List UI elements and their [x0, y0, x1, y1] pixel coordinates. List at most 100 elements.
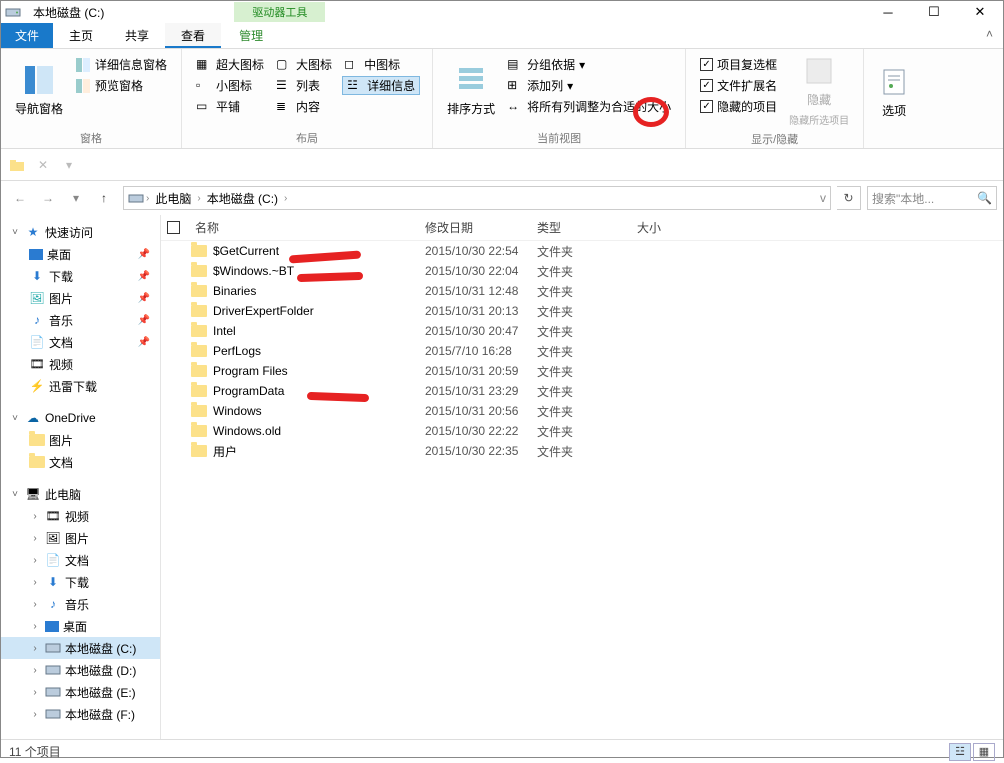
- table-row[interactable]: Windows 2015/10/31 20:56 文件夹: [161, 401, 1003, 421]
- file-date: 2015/10/31 20:13: [425, 304, 537, 318]
- newfolder-icon[interactable]: [5, 153, 29, 177]
- sidebar-onedrive[interactable]: ˅☁OneDrive: [1, 407, 160, 429]
- table-row[interactable]: 用户 2015/10/30 22:35 文件夹: [161, 441, 1003, 461]
- folder-icon: [191, 245, 207, 257]
- ribbon-collapse-button[interactable]: ˄: [976, 23, 1003, 48]
- col-type[interactable]: 类型: [537, 219, 637, 236]
- file-type: 文件夹: [537, 263, 637, 280]
- table-row[interactable]: $GetCurrent 2015/10/30 22:54 文件夹: [161, 241, 1003, 261]
- layout-s-icons[interactable]: ▫小图标: [194, 76, 266, 95]
- tab-file[interactable]: 文件: [1, 23, 53, 48]
- forward-button[interactable]: →: [35, 186, 61, 210]
- table-row[interactable]: DriverExpertFolder 2015/10/31 20:13 文件夹: [161, 301, 1003, 321]
- contextual-tab-label: 驱动器工具: [234, 2, 325, 22]
- tab-manage[interactable]: 管理: [221, 23, 281, 48]
- table-row[interactable]: ProgramData 2015/10/31 23:29 文件夹: [161, 381, 1003, 401]
- layout-list[interactable]: ☰列表: [274, 76, 334, 95]
- maximize-button[interactable]: ☐: [911, 1, 957, 23]
- sidebar-drive-d[interactable]: ›本地磁盘 (D:): [1, 659, 160, 681]
- sidebar-pc-pictures[interactable]: ›🖼图片: [1, 527, 160, 549]
- table-row[interactable]: Windows.old 2015/10/30 22:22 文件夹: [161, 421, 1003, 441]
- file-date: 2015/10/30 22:35: [425, 444, 537, 458]
- layout-details[interactable]: ☳详细信息: [342, 76, 420, 95]
- layout-tiles[interactable]: ▭平铺: [194, 97, 266, 116]
- groupby-button[interactable]: ▤分组依据 ▾: [505, 55, 673, 74]
- table-row[interactable]: Program Files 2015/10/31 20:59 文件夹: [161, 361, 1003, 381]
- preview-pane-button[interactable]: 预览窗格: [73, 76, 169, 95]
- table-row[interactable]: $Windows.~BT 2015/10/30 22:04 文件夹: [161, 261, 1003, 281]
- sidebar-music[interactable]: ♪音乐📌: [1, 309, 160, 331]
- table-row[interactable]: Binaries 2015/10/31 12:48 文件夹: [161, 281, 1003, 301]
- breadcrumb[interactable]: › 此电脑 › 本地磁盘 (C:) › v: [123, 186, 831, 210]
- layout-l-icons[interactable]: ▢大图标: [274, 55, 334, 74]
- group-label-panes: 窗格: [9, 128, 173, 146]
- table-row[interactable]: PerfLogs 2015/7/10 16:28 文件夹: [161, 341, 1003, 361]
- layout-xl-icons[interactable]: ▦超大图标: [194, 55, 266, 74]
- file-name: Intel: [213, 324, 236, 338]
- sidebar-pc-docs[interactable]: ›📄文档: [1, 549, 160, 571]
- addr-dropdown-icon[interactable]: v: [820, 191, 826, 205]
- back-button[interactable]: ←: [7, 186, 33, 210]
- sidebar-drive-c[interactable]: ›本地磁盘 (C:): [1, 637, 160, 659]
- chk-hiddenitems[interactable]: 隐藏的项目: [698, 97, 779, 116]
- table-row[interactable]: Intel 2015/10/30 20:47 文件夹: [161, 321, 1003, 341]
- tab-view[interactable]: 查看: [165, 23, 221, 48]
- checkbox-icon: [700, 79, 713, 92]
- file-date: 2015/10/30 22:54: [425, 244, 537, 258]
- nav-sidebar[interactable]: ˅★快速访问 桌面📌 ⬇下载📌 🖼图片📌 ♪音乐📌 📄文档📌 🎞视频 ⚡迅雷下载…: [1, 215, 161, 739]
- sidebar-downloads[interactable]: ⬇下载📌: [1, 265, 160, 287]
- status-count: 11 个项目: [9, 743, 61, 760]
- sidebar-documents[interactable]: 📄文档📌: [1, 331, 160, 353]
- dropdown-icon[interactable]: ▾: [57, 153, 81, 177]
- sidebar-pc-videos[interactable]: ›🎞视频: [1, 505, 160, 527]
- search-input[interactable]: 搜索"本地... 🔍: [867, 186, 997, 210]
- col-date[interactable]: 修改日期: [425, 219, 537, 236]
- options-button[interactable]: 选项: [872, 53, 916, 132]
- delete-icon[interactable]: ✕: [31, 153, 55, 177]
- file-date: 2015/10/30 22:04: [425, 264, 537, 278]
- sidebar-desktop[interactable]: 桌面📌: [1, 243, 160, 265]
- chk-itemcheckboxes[interactable]: 项目复选框: [698, 55, 779, 74]
- file-date: 2015/7/10 16:28: [425, 344, 537, 358]
- up-button[interactable]: ↑: [91, 186, 117, 210]
- sort-button[interactable]: 排序方式: [441, 53, 501, 128]
- folder-icon: [191, 385, 207, 397]
- nav-pane-button[interactable]: 导航窗格: [9, 53, 69, 128]
- autosize-button[interactable]: ↔将所有列调整为合适的大小: [505, 97, 673, 116]
- close-button[interactable]: ✕: [957, 1, 1003, 23]
- refresh-button[interactable]: ↻: [837, 186, 861, 210]
- select-all-checkbox[interactable]: [167, 221, 180, 234]
- sidebar-od-pictures[interactable]: 图片: [1, 429, 160, 451]
- nav-pane-label: 导航窗格: [15, 100, 63, 117]
- sidebar-thunder[interactable]: ⚡迅雷下载: [1, 375, 160, 397]
- crumb-thispc[interactable]: 此电脑: [151, 190, 195, 207]
- file-name: Binaries: [213, 284, 256, 298]
- minimize-button[interactable]: ─: [865, 1, 911, 23]
- recent-dropdown[interactable]: ▾: [63, 186, 89, 210]
- sidebar-od-docs[interactable]: 文档: [1, 451, 160, 473]
- col-name[interactable]: 名称: [191, 219, 425, 236]
- sidebar-drive-f[interactable]: ›本地磁盘 (F:): [1, 703, 160, 725]
- sidebar-pc-desktop[interactable]: ›桌面: [1, 615, 160, 637]
- sidebar-videos[interactable]: 🎞视频: [1, 353, 160, 375]
- sidebar-thispc[interactable]: ˅🖥此电脑: [1, 483, 160, 505]
- group-label-showhide: 显示/隐藏: [694, 129, 855, 147]
- sidebar-pc-downloads[interactable]: ›⬇下载: [1, 571, 160, 593]
- tab-home[interactable]: 主页: [53, 23, 109, 48]
- sidebar-pictures[interactable]: 🖼图片📌: [1, 287, 160, 309]
- sidebar-quickaccess[interactable]: ˅★快速访问: [1, 221, 160, 243]
- sidebar-pc-music[interactable]: ›♪音乐: [1, 593, 160, 615]
- status-bar: 11 个项目 ☳ ▦: [1, 739, 1003, 763]
- layout-m-icons[interactable]: ◻中图标: [342, 55, 420, 74]
- chk-extensions[interactable]: 文件扩展名: [698, 76, 779, 95]
- col-size[interactable]: 大小: [637, 219, 717, 236]
- hide-selected-button[interactable]: 隐藏 隐藏所选项目: [783, 53, 855, 129]
- checkbox-icon: [700, 58, 713, 71]
- sidebar-drive-e[interactable]: ›本地磁盘 (E:): [1, 681, 160, 703]
- tab-share[interactable]: 共享: [109, 23, 165, 48]
- addcolumns-button[interactable]: ⊞添加列 ▾: [505, 76, 673, 95]
- folder-icon: [191, 405, 207, 417]
- crumb-drive[interactable]: 本地磁盘 (C:): [203, 190, 282, 207]
- layout-content[interactable]: ≣内容: [274, 97, 334, 116]
- details-pane-button[interactable]: 详细信息窗格: [73, 55, 169, 74]
